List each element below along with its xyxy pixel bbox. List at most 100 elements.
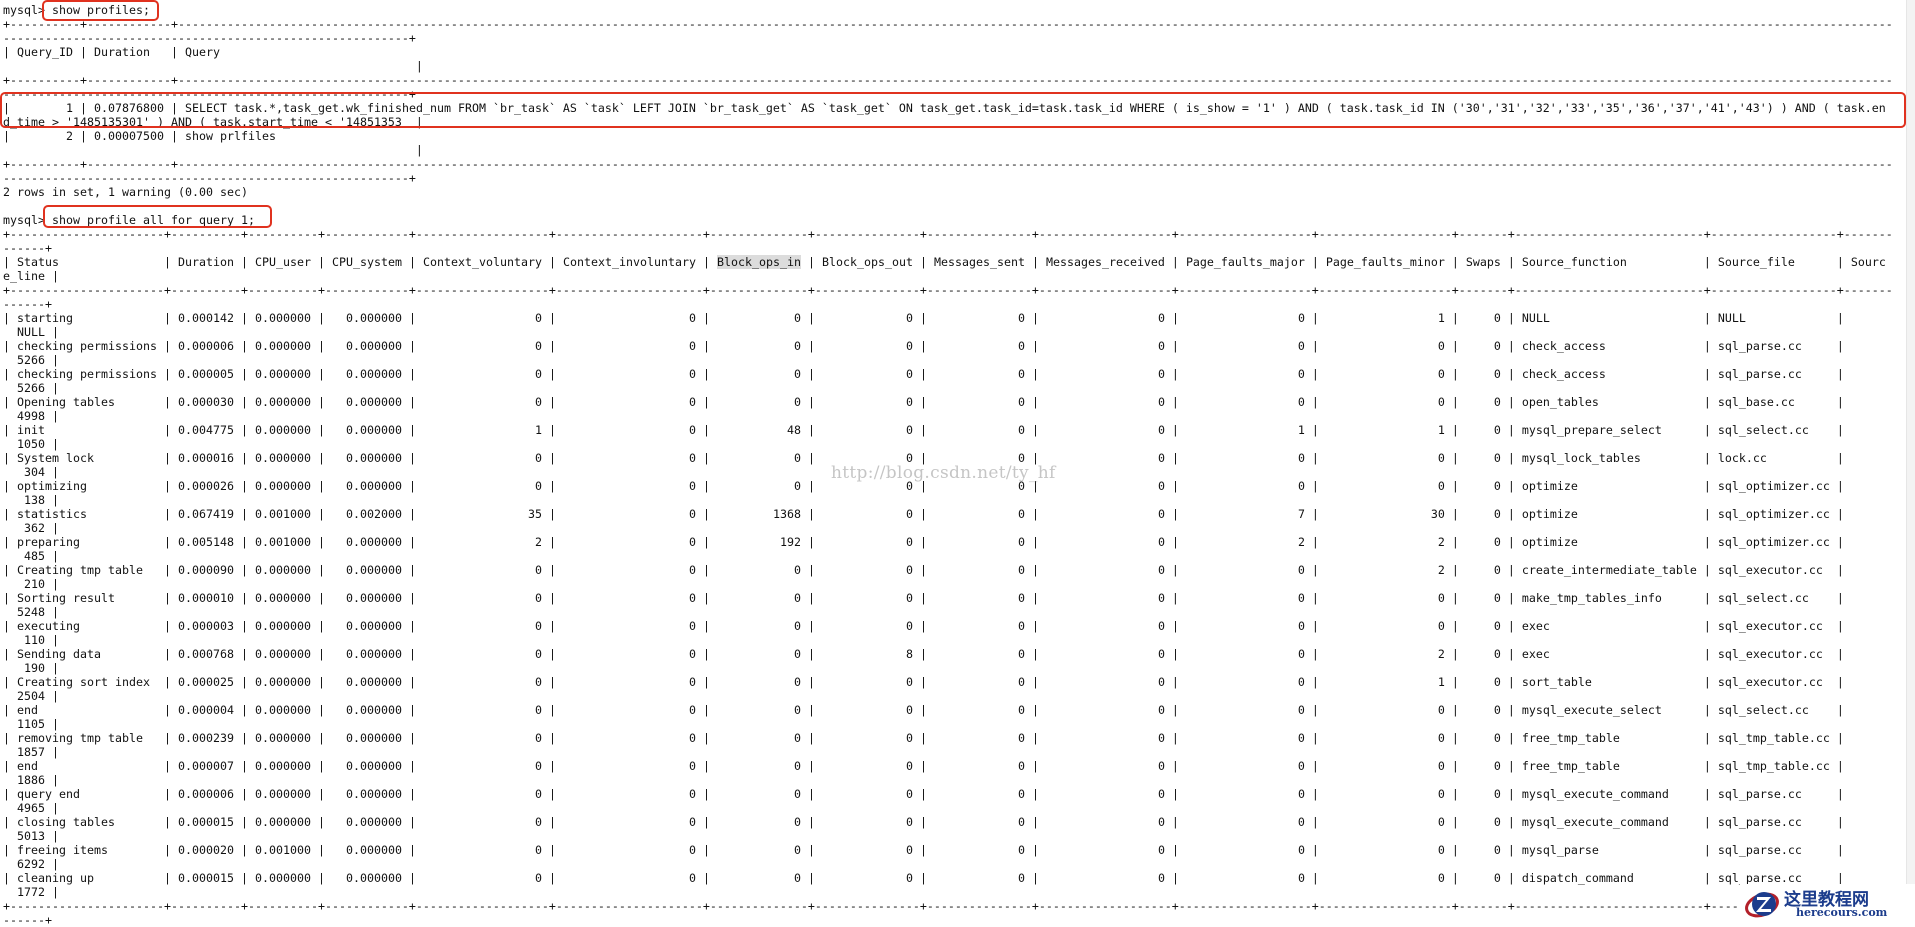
- table-frame: |: [1304, 367, 1326, 381]
- table-frame: [332, 479, 346, 493]
- table-frame: [563, 759, 689, 773]
- table-frame: |: [695, 479, 717, 493]
- table-frame: [1662, 591, 1697, 605]
- table-frame: |: [695, 507, 717, 521]
- table-frame: |: [310, 367, 332, 381]
- table-frame: |: [912, 871, 934, 885]
- cell: 0: [793, 451, 801, 465]
- table-frame: |: [912, 255, 934, 269]
- table-frame: [563, 367, 689, 381]
- cell: 0: [1437, 339, 1445, 353]
- cell: 0: [1297, 451, 1305, 465]
- cell: sql_optimizer.cc: [1717, 535, 1830, 549]
- table-frame: |: [695, 731, 717, 745]
- table-frame: |: [45, 381, 59, 395]
- table-frame: [1186, 311, 1298, 325]
- table-border: +----------+------------+---------------…: [3, 73, 1893, 101]
- cell: 0: [1017, 563, 1025, 577]
- table-frame: |: [1696, 339, 1718, 353]
- table-frame: |: [1696, 311, 1718, 325]
- table-frame: |: [1500, 423, 1522, 437]
- table-frame: [1466, 339, 1494, 353]
- table-frame: |: [541, 871, 563, 885]
- cell: 4965: [17, 801, 45, 815]
- table-row: | statistics | 0.067419 | 0.001000 | 0.0…: [3, 507, 1893, 535]
- table-frame: [822, 563, 906, 577]
- table-frame: |: [233, 759, 255, 773]
- table-frame: [563, 311, 689, 325]
- cell: freeing items: [17, 843, 108, 857]
- cell: 0.004775: [177, 423, 234, 437]
- table-frame: |: [1444, 395, 1466, 409]
- table-frame: |: [1696, 619, 1718, 633]
- cell: 0.000000: [345, 731, 402, 745]
- cell: Sending data: [17, 647, 101, 661]
- cell: 0: [1493, 563, 1501, 577]
- table-frame: [1046, 759, 1158, 773]
- cell: 0: [688, 619, 696, 633]
- table-frame: [1466, 759, 1494, 773]
- table-frame: |: [1696, 843, 1718, 857]
- cell: Block_ops_out: [821, 255, 913, 269]
- logo-en-text: herecours.com: [1796, 906, 1888, 919]
- table-frame: [423, 647, 535, 661]
- cell: 0: [1493, 339, 1501, 353]
- table-frame: |: [156, 759, 178, 773]
- cell: 0: [534, 563, 542, 577]
- table-frame: [563, 843, 689, 857]
- cell: 0.000000: [346, 311, 402, 325]
- table-frame: [1046, 507, 1158, 521]
- scrollbar[interactable]: [1906, 0, 1915, 924]
- cell: mysql_prepare_select: [1521, 423, 1662, 437]
- table-frame: [108, 843, 157, 857]
- table-frame: |: [311, 787, 332, 801]
- table-frame: |: [401, 815, 423, 829]
- table-frame: [563, 591, 689, 605]
- table-frame: [822, 535, 906, 549]
- cell: 0.000000: [346, 787, 402, 801]
- table-frame: [1046, 479, 1158, 493]
- cell: 0: [793, 563, 801, 577]
- table-frame: |: [3, 255, 17, 269]
- cell: 0.000000: [254, 815, 311, 829]
- cell: 0: [534, 339, 542, 353]
- table-frame: [423, 535, 535, 549]
- table-frame: [1669, 815, 1697, 829]
- cell: 0: [1157, 871, 1165, 885]
- table-frame: |: [541, 339, 563, 353]
- table-frame: |: [1024, 619, 1046, 633]
- table-frame: [1466, 423, 1494, 437]
- table-row: | freeing items | 0.000020 | 0.001000 | …: [3, 843, 1893, 871]
- table-frame: |: [401, 367, 423, 381]
- command-input[interactable]: show profile all for query 1;: [52, 213, 255, 227]
- command-input[interactable]: show profiles;: [52, 3, 150, 17]
- cell: Duration: [94, 45, 150, 59]
- cell: 138: [24, 493, 45, 507]
- cell: 0.001000: [255, 507, 311, 521]
- table-frame: [332, 703, 346, 717]
- table-frame: |: [1024, 787, 1046, 801]
- cell: 0: [688, 311, 696, 325]
- cell: 0: [1493, 451, 1501, 465]
- table-frame: |: [541, 311, 563, 325]
- prompt-label: mysql>: [3, 3, 52, 17]
- table-frame: |: [912, 535, 934, 549]
- cell: 0.000026: [178, 479, 234, 493]
- table-frame: |: [1304, 843, 1326, 857]
- cell: 0: [1017, 423, 1025, 437]
- table-frame: [822, 311, 906, 325]
- cell: sort_table: [1521, 675, 1592, 689]
- table-frame: |: [408, 59, 423, 73]
- table-frame: |: [1164, 451, 1186, 465]
- table-frame: |: [157, 535, 178, 549]
- table-frame: |: [234, 843, 255, 857]
- table-frame: [1466, 843, 1494, 857]
- table-frame: |: [800, 703, 822, 717]
- table-frame: [423, 423, 535, 437]
- cell: 0: [1157, 423, 1165, 437]
- table-frame: |: [1444, 423, 1466, 437]
- cell: checking permissions: [17, 339, 157, 353]
- table-frame: |: [3, 339, 17, 353]
- table-frame: [934, 759, 1018, 773]
- cell: 0.000090: [177, 563, 234, 577]
